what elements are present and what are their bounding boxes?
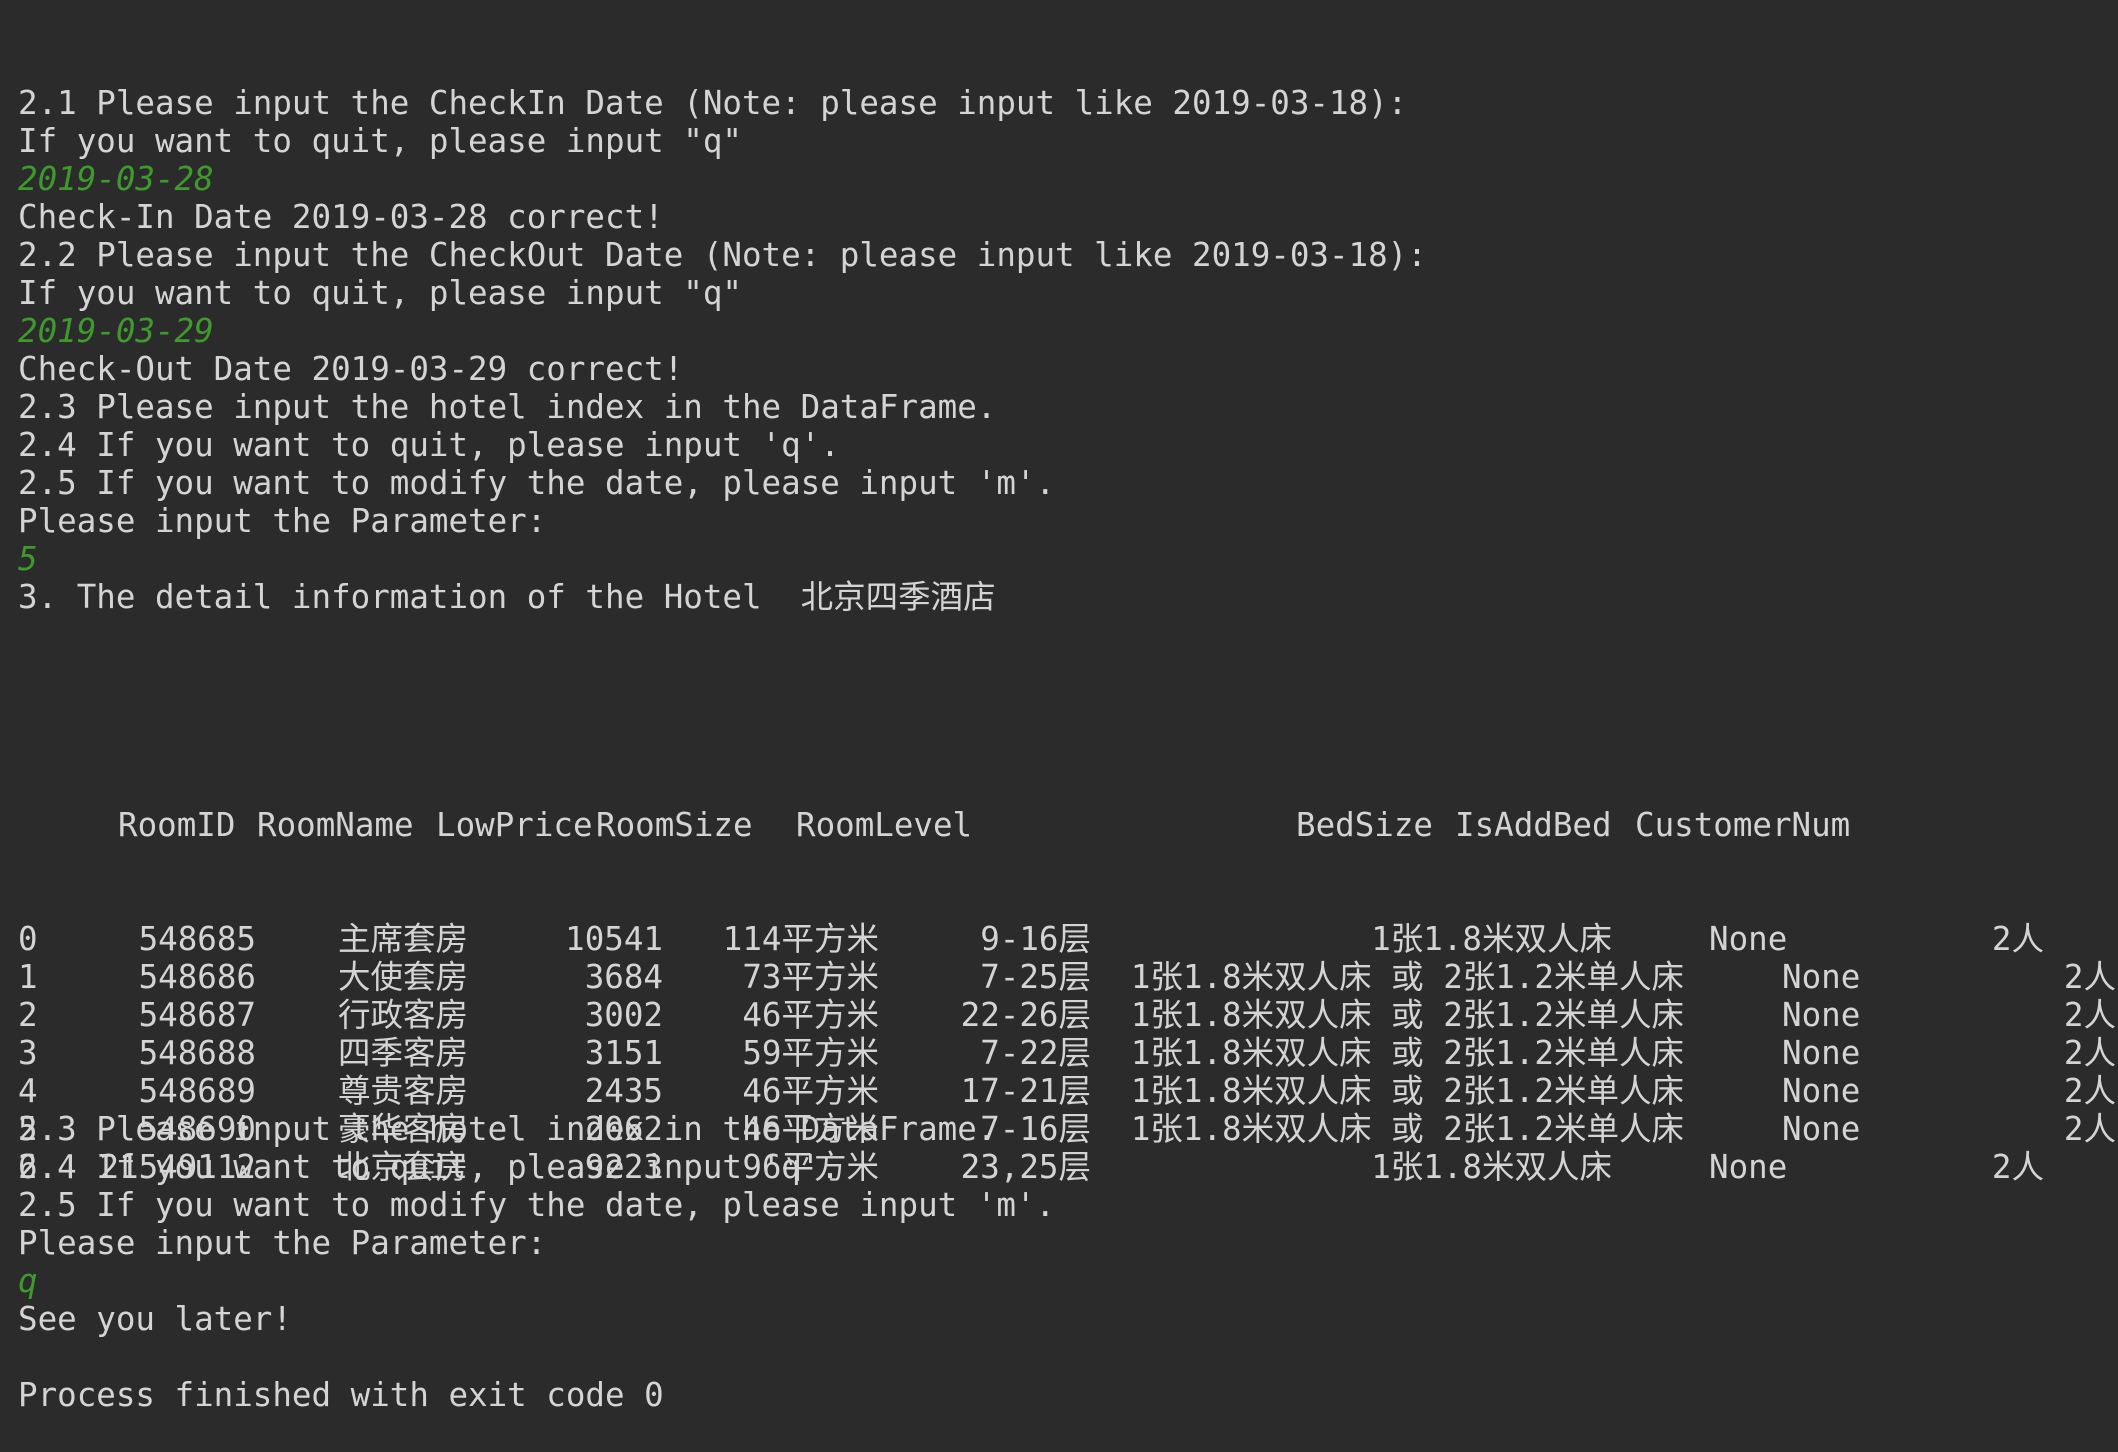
cell-lowprice: 2435 <box>584 1072 663 1110</box>
cell-isaddbed: None <box>1782 1072 1861 1110</box>
cell-roomlevel: 17-21层 <box>960 1072 1091 1110</box>
header-isaddbed: IsAddBed <box>1455 806 1612 844</box>
console-output-line: If you want to quit, please input "q" <box>18 274 742 312</box>
cell-roomsize: 46平方米 <box>742 1072 879 1110</box>
table-row: 1 548686 大使套房 3684 73平方米 7-25层 1张1.8米双人床 或 2张1… <box>18 958 2118 996</box>
cell-lowprice: 10541 <box>565 920 663 958</box>
cell-bedsize: 1张1.8米双人床 或 2张1.2米单人床 <box>1130 1034 1684 1072</box>
cell-bedsize: 1张1.8米双人床 或 2张1.2米单人床 <box>1130 958 1684 996</box>
console-output-line: 2.1 Please input the CheckIn Date (Note:… <box>18 84 1408 122</box>
table-row: 2 548687 行政客房 3002 46平方米 22-26层 1张1.8米双人床 或 2张… <box>18 996 2118 1034</box>
cell-isaddbed: None <box>1782 958 1861 996</box>
console-output-line: 2.2 Please input the CheckOut Date (Note… <box>18 236 1427 274</box>
console-section-before-table: 2.1 Please input the CheckIn Date (Note:… <box>18 84 2118 616</box>
cell-roomname: 豪华客房 <box>338 1110 469 1148</box>
header-customernum: CustomerNum <box>1635 806 1851 844</box>
cell-lowprice: 3002 <box>584 996 663 1034</box>
cell-roomlevel: 7-22层 <box>980 1034 1091 1072</box>
cell-index: 5 <box>18 1110 38 1148</box>
console-output-line: 3. The detail information of the Hotel 北… <box>18 578 996 616</box>
console-user-input-line: 2019-03-29 <box>18 312 214 350</box>
console-output-line: Check-Out Date 2019-03-29 correct! <box>18 350 684 388</box>
console-output-line: 2.5 If you want to modify the date, plea… <box>18 1186 1056 1224</box>
table-header-row: RoomID RoomName LowPrice RoomSize RoomLe… <box>18 806 2118 844</box>
cell-lowprice: 3684 <box>584 958 663 996</box>
cell-isaddbed: None <box>1782 1034 1861 1072</box>
cell-customernum: 2人 <box>2063 1034 2116 1072</box>
cell-roomsize: 46平方米 <box>742 996 879 1034</box>
console-user-input-line: 2019-03-28 <box>18 160 214 198</box>
table-row: 5 548690 豪华客房 2062 46平方米 7-16层 1张1.8米双人床 或 2张1… <box>18 1110 2118 1148</box>
console-output-line: If you want to quit, please input "q" <box>18 122 742 160</box>
console-user-input-line: 5 <box>18 540 38 578</box>
cell-roomid: 548689 <box>138 1072 256 1110</box>
cell-customernum: 2人 <box>2063 1110 2116 1148</box>
cell-roomid: 548685 <box>138 920 256 958</box>
console-output-line: 2.4 If you want to quit, please input 'q… <box>18 426 840 464</box>
cell-roomsize: 59平方米 <box>742 1034 879 1072</box>
cell-isaddbed: None <box>1782 996 1861 1034</box>
cell-index: 4 <box>18 1072 38 1110</box>
cell-index: 2 <box>18 996 38 1034</box>
cell-roomsize: 73平方米 <box>742 958 879 996</box>
cell-roomlevel: 9-16层 <box>980 920 1091 958</box>
header-roomlevel: RoomLevel <box>796 806 973 844</box>
cell-roomid: 548686 <box>138 958 256 996</box>
cell-customernum: 2人 <box>2063 958 2116 996</box>
cell-roomid: 548687 <box>138 996 256 1034</box>
cell-isaddbed: None <box>1709 920 1788 958</box>
cell-customernum: 2人 <box>2063 1072 2116 1110</box>
table-row: 4 548689 尊贵客房 2435 46平方米 17-21层 1张1.8米双人床 或 2张… <box>18 1072 2118 1110</box>
console-output-line: 2.3 Please input the hotel index in the … <box>18 388 997 426</box>
cell-roomname: 主席套房 <box>338 920 469 958</box>
cell-isaddbed: None <box>1782 1110 1861 1148</box>
cell-lowprice: 2062 <box>584 1110 663 1148</box>
table-body: 0 548685 主席套房 10541 114平方米 9-16层 1张1.8米双人床 None… <box>18 920 2118 1186</box>
console-output-line: Please input the Parameter: <box>18 502 547 540</box>
cell-bedsize: 1张1.8米双人床 或 2张1.2米单人床 <box>1130 1110 1684 1148</box>
cell-lowprice: 3151 <box>584 1034 663 1072</box>
console-output-line: Process finished with exit code 0 <box>18 1376 664 1414</box>
cell-roomid: 548690 <box>138 1110 256 1148</box>
header-roomsize: RoomSize <box>596 806 753 844</box>
cell-roomsize: 46平方米 <box>742 1110 879 1148</box>
cell-index: 3 <box>18 1034 38 1072</box>
console-output-line: See you later! <box>18 1300 292 1338</box>
hotel-rooms-table: RoomID RoomName LowPrice RoomSize RoomLe… <box>18 730 2118 1186</box>
header-lowprice: LowPrice <box>436 806 593 844</box>
cell-roomlevel: 7-16层 <box>980 1110 1091 1148</box>
cell-customernum: 2人 <box>2063 996 2116 1034</box>
cell-roomid: 548688 <box>138 1034 256 1072</box>
console-output-line: Check-In Date 2019-03-28 correct! <box>18 198 664 236</box>
table-row: 3 548688 四季客房 3151 59平方米 7-22层 1张1.8米双人床 或 2张1… <box>18 1034 2118 1072</box>
console-output-line: 2.5 If you want to modify the date, plea… <box>18 464 1056 502</box>
header-roomid: RoomID <box>118 806 236 844</box>
header-roomname: RoomName <box>257 806 414 844</box>
cell-customernum: 2人 <box>1991 920 2044 958</box>
cell-roomsize: 114平方米 <box>722 920 879 958</box>
cell-roomlevel: 22-26层 <box>960 996 1091 1034</box>
table-row: 0 548685 主席套房 10541 114平方米 9-16层 1张1.8米双人床 None… <box>18 920 2118 958</box>
header-bedsize: BedSize <box>1296 806 1433 844</box>
cell-roomname: 行政客房 <box>338 996 469 1034</box>
cell-bedsize: 1张1.8米双人床 <box>1371 920 1612 958</box>
run-console-output[interactable]: 2.1 Please input the CheckIn Date (Note:… <box>0 0 2118 1414</box>
cell-bedsize: 1张1.8米双人床 或 2张1.2米单人床 <box>1130 1072 1684 1110</box>
console-user-input-line: q <box>18 1262 38 1300</box>
cell-index: 1 <box>18 958 38 996</box>
cell-index: 0 <box>18 920 38 958</box>
cell-roomlevel: 7-25层 <box>980 958 1091 996</box>
cell-bedsize: 1张1.8米双人床 或 2张1.2米单人床 <box>1130 996 1684 1034</box>
cell-roomname: 尊贵客房 <box>338 1072 469 1110</box>
cell-roomname: 大使套房 <box>338 958 469 996</box>
cell-roomname: 四季客房 <box>338 1034 469 1072</box>
console-output-line: Please input the Parameter: <box>18 1224 547 1262</box>
